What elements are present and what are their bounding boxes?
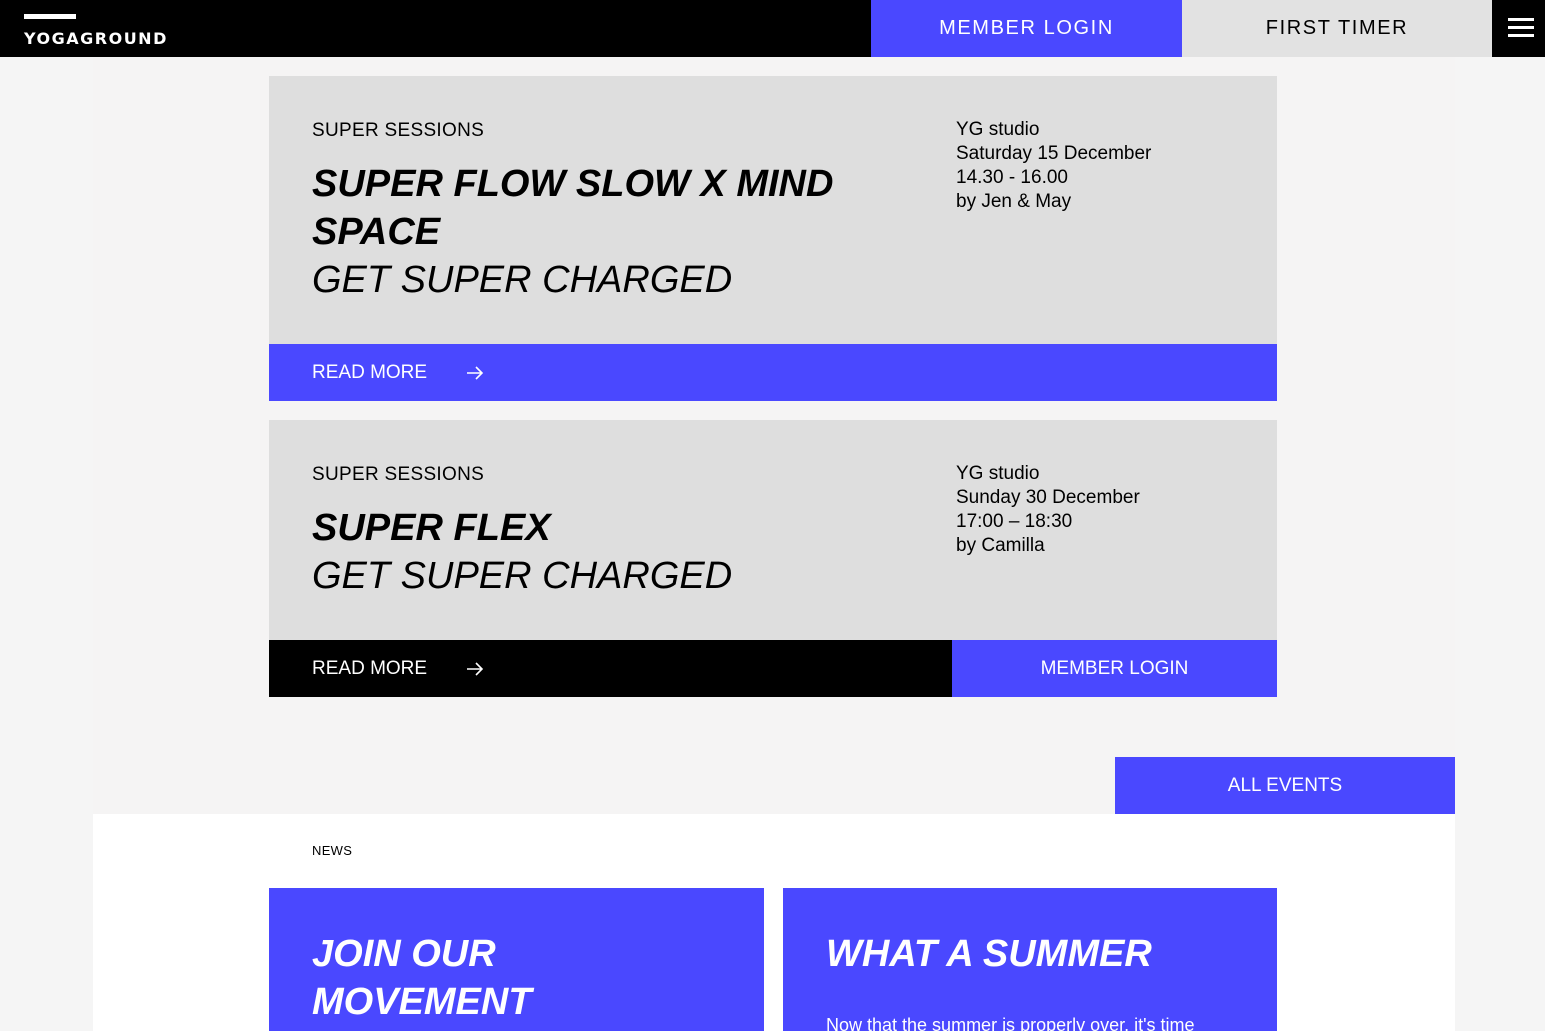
read-more-label: READ MORE [312, 657, 428, 679]
event-subtitle: GET SUPER CHARGED [312, 555, 733, 597]
event-details: YG studio Sunday 30 December 17:00 – 18:… [956, 462, 1140, 558]
event-card: SUPER SESSIONS SUPER FLOW SLOW X MIND SP… [269, 76, 1277, 344]
event-host: by Jen & May [956, 191, 1072, 212]
event-details: YG studio Saturday 15 December 14.30 - 1… [956, 118, 1151, 214]
arrow-right-icon [467, 661, 484, 676]
read-more-button[interactable]: READ MORE [269, 344, 1277, 401]
hamburger-menu-icon[interactable] [1492, 0, 1545, 57]
news-card-excerpt: Now that the summer is properly over, it… [826, 1015, 1195, 1031]
event-location: YG studio [956, 119, 1040, 140]
logo-text: YOGAGROUND [24, 29, 168, 48]
event-date: Sunday 30 December [956, 487, 1140, 508]
news-card[interactable]: WHAT A SUMMER Now that the summer is pro… [783, 888, 1277, 1031]
event-location: YG studio [956, 463, 1040, 484]
event-category: SUPER SESSIONS [312, 120, 485, 141]
event-card: SUPER SESSIONS SUPER FLEX GET SUPER CHAR… [269, 420, 1277, 640]
event-subtitle: GET SUPER CHARGED [312, 259, 733, 301]
yogaground-logo[interactable]: YOGAGROUND [24, 14, 168, 49]
news-card-title: JOIN OUR MOVEMENT [312, 933, 532, 1023]
news-card[interactable]: JOIN OUR MOVEMENT [269, 888, 764, 1031]
all-events-button[interactable]: ALL EVENTS [1115, 757, 1455, 814]
arrow-right-icon [467, 365, 484, 380]
news-heading: NEWS [312, 843, 353, 858]
event-title: SUPER FLOW SLOW X MIND SPACE [312, 163, 834, 253]
top-nav-bar: YOGAGROUND MEMBER LOGIN FIRST TIMER [0, 0, 1545, 57]
event-category: SUPER SESSIONS [312, 464, 485, 485]
news-card-title: WHAT A SUMMER [826, 933, 1152, 975]
first-timer-button[interactable]: FIRST TIMER [1182, 0, 1492, 57]
event-host: by Camilla [956, 535, 1045, 556]
event-title: SUPER FLEX [312, 507, 551, 549]
logo-bar [24, 14, 76, 19]
event-member-login-button[interactable]: MEMBER LOGIN [952, 640, 1277, 697]
event-date: Saturday 15 December [956, 143, 1152, 164]
event-time: 14.30 - 16.00 [956, 167, 1068, 188]
read-more-button[interactable]: READ MORE [269, 640, 952, 697]
member-login-button[interactable]: MEMBER LOGIN [871, 0, 1182, 57]
read-more-label: READ MORE [312, 361, 428, 383]
event-time: 17:00 – 18:30 [956, 511, 1073, 532]
